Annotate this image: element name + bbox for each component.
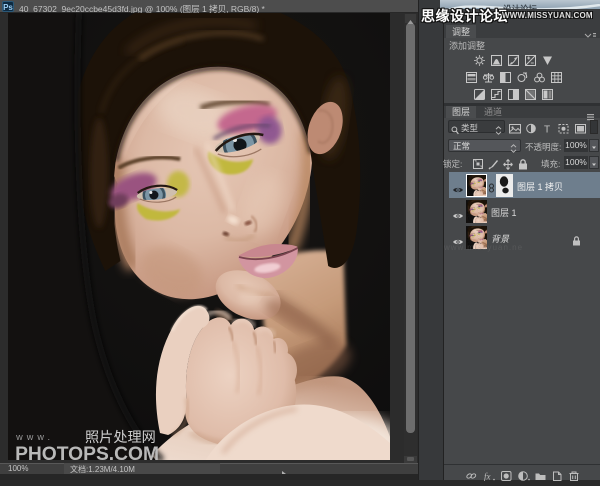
svg-text:www.: www.	[15, 432, 54, 442]
svg-text:PHOTOPS.COM: PHOTOPS.COM	[15, 444, 159, 460]
svg-text:照片处理网: 照片处理网	[85, 429, 156, 445]
svg-text:T: T	[544, 125, 550, 135]
svg-text:设计论坛: 设计论坛	[503, 4, 538, 9]
